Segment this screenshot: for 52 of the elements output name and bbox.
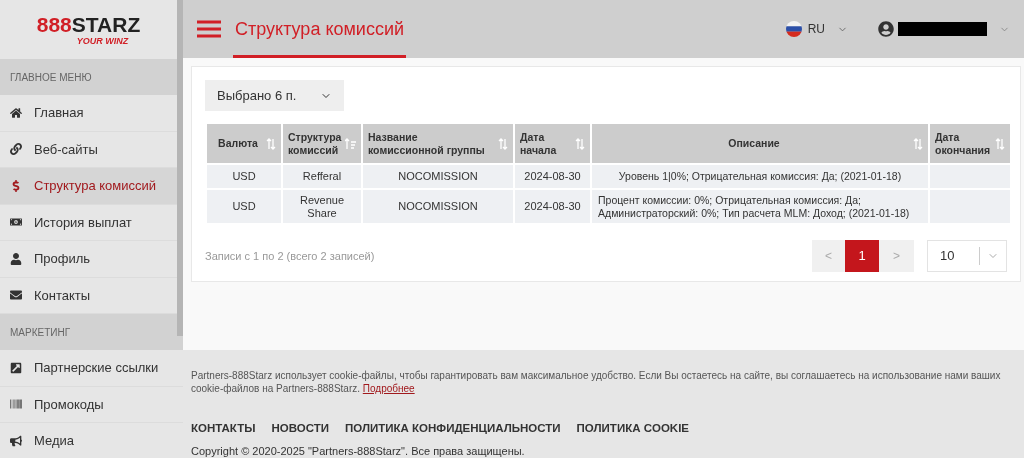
- table-cell: Процент комиссии: 0%; Отрицательная комиссия: Да; Администраторский: 0%; Тип расчета MLM: Доход; (2021-01-18): [591, 189, 929, 224]
- footer-link[interactable]: НОВОСТИ: [271, 420, 329, 438]
- logo-tagline: YOUR WINZ: [76, 36, 129, 46]
- sort-icon[interactable]: [498, 137, 508, 150]
- menu-icon[interactable]: [197, 20, 221, 38]
- cookie-notice: Partners-888Starz использует cookie-файлы, чтобы гарантировать вам максимальное удобство. Если Вы остаетесь на сайте, вы соглашаетесь на использование нами ваших cookie-файлов на Partners-888Starz. Подробнее: [191, 369, 1002, 395]
- flag-icon: [785, 21, 802, 37]
- page-size-select[interactable]: 10: [927, 240, 1007, 272]
- filter-dropdown[interactable]: Выбрано 6 п.: [205, 80, 344, 111]
- footer-link[interactable]: ПОЛИТИКА COOKIE: [576, 420, 690, 438]
- footer-link[interactable]: ПОЛИТИКА КОНФИДЕНЦИАЛЬНОСТИ: [345, 420, 561, 438]
- sidebar-section-heading: МАРКЕТИНГ: [0, 314, 177, 350]
- banknote-icon: [10, 216, 22, 229]
- envelope-icon: [10, 289, 22, 302]
- column-header[interactable]: Дата окончания: [929, 123, 1011, 164]
- barcode-icon: [10, 398, 22, 411]
- link-icon: [10, 143, 22, 156]
- external-link-icon: [10, 361, 22, 374]
- table-cell: NOCOMISSION: [362, 189, 514, 224]
- table-cell: 2024-08-30: [514, 189, 591, 224]
- page-button[interactable]: 1: [845, 240, 879, 272]
- language-selector[interactable]: RU: [785, 20, 848, 38]
- home-icon: [10, 106, 22, 119]
- sort-icon[interactable]: [575, 137, 585, 150]
- sort-icon[interactable]: [913, 137, 923, 150]
- sort-icon[interactable]: [266, 137, 276, 150]
- user-icon: [10, 252, 22, 265]
- table-cell: Уровень 1|0%; Отрицательная комиссия: Да; (2021-01-18): [591, 164, 929, 189]
- table-cell: USD: [206, 164, 282, 189]
- table-cell: Revenue Share: [282, 189, 362, 224]
- table-cell: NOCOMISSION: [362, 164, 514, 189]
- column-header[interactable]: Дата начала: [514, 123, 591, 164]
- dollar-icon: [10, 179, 22, 192]
- more-info-link[interactable]: Подробнее: [362, 383, 415, 394]
- table-cell: USD: [206, 189, 282, 224]
- scrollbar-thumb[interactable]: [177, 0, 183, 336]
- sidebar-section-heading: ГЛАВНОЕ МЕНЮ: [0, 59, 177, 95]
- column-header[interactable]: Описание: [591, 123, 929, 164]
- column-header[interactable]: Название комиссионной группы: [362, 123, 514, 164]
- table-cell: Refferal: [282, 164, 362, 189]
- sort-ascending-icon[interactable]: [345, 137, 356, 150]
- column-header[interactable]: Валюта: [206, 123, 282, 164]
- column-header[interactable]: Структура комиссий: [282, 123, 362, 164]
- logo-mark: 888: [36, 13, 72, 35]
- copyright-text: Copyright © 2020-2025 "Partners-888Starz". Все права защищены.: [191, 444, 526, 458]
- records-info: Записи с 1 по 2 (всего 2 записей): [205, 248, 376, 264]
- logo-brand: STARZ: [71, 13, 141, 35]
- megaphone-icon: [10, 434, 22, 447]
- sort-icon[interactable]: [995, 137, 1005, 150]
- user-avatar-icon[interactable]: [878, 21, 894, 37]
- footer-link[interactable]: КОНТАКТЫ: [191, 420, 256, 438]
- sidebar-item[interactable]: Структура комиссий: [0, 168, 177, 205]
